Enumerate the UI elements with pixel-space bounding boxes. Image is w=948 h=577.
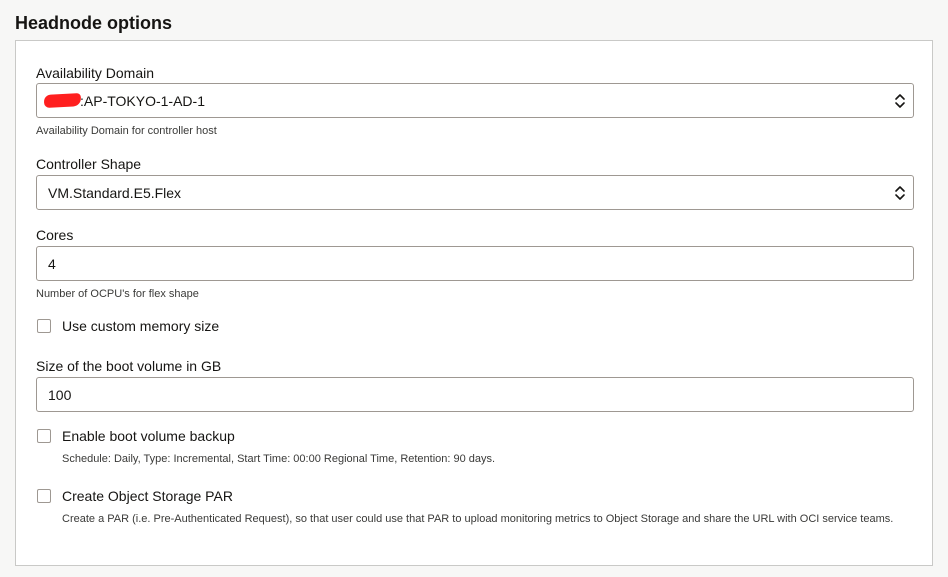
- object-storage-par-help: Create a PAR (i.e. Pre-Authenticated Req…: [62, 513, 894, 525]
- cores-input[interactable]: 4: [36, 246, 914, 281]
- custom-memory-option[interactable]: Use custom memory size: [37, 317, 219, 335]
- boot-volume-size-label: Size of the boot volume in GB: [36, 358, 222, 374]
- boot-volume-size-input[interactable]: 100: [36, 377, 914, 412]
- custom-memory-checkbox[interactable]: [37, 319, 51, 333]
- boot-volume-size-value: 100: [48, 386, 72, 403]
- object-storage-par-checkbox[interactable]: [37, 489, 51, 503]
- availability-domain-value: :AP-TOKYO-1-AD-1: [80, 92, 205, 109]
- boot-volume-backup-checkbox[interactable]: [37, 429, 51, 443]
- availability-domain-select[interactable]: :AP-TOKYO-1-AD-1: [36, 83, 914, 118]
- cores-help: Number of OCPU's for flex shape: [36, 288, 199, 300]
- cores-value: 4: [48, 255, 56, 272]
- boot-volume-backup-label: Enable boot volume backup: [62, 428, 235, 444]
- object-storage-par-label: Create Object Storage PAR: [62, 488, 233, 504]
- section-title: Headnode options: [15, 13, 172, 33]
- object-storage-par-option[interactable]: Create Object Storage PAR: [37, 487, 233, 505]
- chevron-up-down-icon: [895, 94, 905, 108]
- boot-volume-backup-option[interactable]: Enable boot volume backup: [37, 427, 235, 445]
- controller-shape-label: Controller Shape: [36, 156, 142, 172]
- redaction-mark: [43, 93, 82, 108]
- boot-volume-backup-help: Schedule: Daily, Type: Incremental, Star…: [62, 453, 496, 465]
- availability-domain-help: Availability Domain for controller host: [36, 125, 217, 137]
- custom-memory-label: Use custom memory size: [62, 318, 220, 334]
- controller-shape-value: VM.Standard.E5.Flex: [48, 184, 182, 201]
- headnode-options-panel: Availability Domain :AP-TOKYO-1-AD-1 Ava…: [15, 40, 933, 566]
- controller-shape-select[interactable]: VM.Standard.E5.Flex: [36, 175, 914, 210]
- headnode-options-page: Headnode options Availability Domain :AP…: [0, 0, 948, 577]
- chevron-up-down-icon: [895, 186, 905, 200]
- cores-label: Cores: [36, 227, 74, 243]
- availability-domain-label: Availability Domain: [36, 65, 155, 81]
